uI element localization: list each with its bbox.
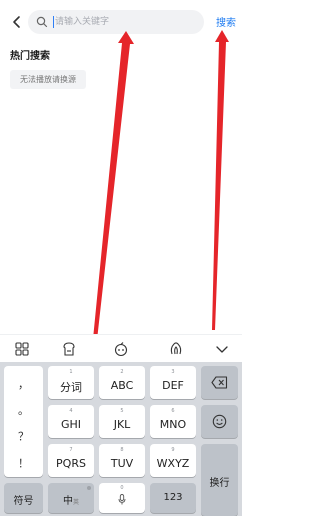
key-number: 9	[171, 447, 175, 453]
key-number: 2	[120, 369, 124, 375]
mic-icon	[118, 494, 126, 505]
voice-bot-icon[interactable]	[113, 341, 129, 357]
key-pqrs[interactable]: 7 PQRS	[48, 444, 94, 477]
search-header: 搜索	[0, 8, 242, 36]
emoji-key[interactable]	[201, 405, 238, 438]
lang-switch-key[interactable]: 中英	[48, 483, 94, 513]
backspace-key[interactable]	[201, 366, 238, 399]
punct-question[interactable]: ？	[4, 428, 43, 444]
space-number: 0	[120, 485, 124, 491]
key-def[interactable]: 3 DEF	[150, 366, 196, 399]
key-label: GHI	[60, 418, 82, 431]
key-abc[interactable]: 2 ABC	[99, 366, 145, 399]
key-fenci[interactable]: 1 分词	[48, 366, 94, 399]
search-icon	[36, 16, 48, 28]
key-ghi[interactable]: 4 GHI	[48, 405, 94, 438]
enter-label: 换行	[209, 478, 230, 489]
hot-search-tag[interactable]: 无法播放请换源	[10, 70, 86, 89]
back-icon[interactable]	[8, 10, 26, 34]
grid-icon[interactable]	[14, 341, 30, 357]
hot-search-title: 热门搜索	[10, 51, 50, 62]
key-tuv[interactable]: 8 TUV	[99, 444, 145, 477]
key-label: JKL	[113, 418, 131, 431]
lang-main: 中	[62, 496, 73, 507]
keyboard-toolbar	[0, 334, 242, 362]
key-label: TUV	[110, 457, 134, 470]
space-key[interactable]: 0	[99, 483, 145, 513]
ime-keyboard: ， 。 ？ ！ 1 分词 2 ABC 3 DEF 4 GHI 5 JKL 6 M…	[0, 362, 242, 516]
punctuation-column[interactable]: ， 。 ？ ！	[4, 366, 43, 477]
punct-exclaim[interactable]: ！	[4, 455, 43, 471]
skin-icon[interactable]	[61, 341, 77, 357]
search-input[interactable]	[55, 10, 195, 34]
emoji-icon	[212, 414, 227, 429]
key-number: 5	[120, 408, 124, 414]
key-label: WXYZ	[156, 457, 190, 470]
lang-label: 中英	[48, 492, 94, 507]
punct-comma[interactable]: ，	[4, 376, 43, 392]
lang-indicator	[87, 486, 91, 490]
arrow-to-search-input	[93, 31, 134, 340]
key-label: MNO	[159, 418, 187, 431]
key-label: PQRS	[56, 457, 86, 470]
enter-key[interactable]: 换行	[201, 444, 238, 516]
key-number: 7	[69, 447, 73, 453]
search-box[interactable]	[28, 10, 204, 34]
key-label: ABC	[110, 379, 134, 392]
backspace-icon	[211, 376, 228, 389]
text-cursor	[53, 16, 54, 28]
key-number: 4	[69, 408, 73, 414]
key-wxyz[interactable]: 9 WXYZ	[150, 444, 196, 477]
key-number: 3	[171, 369, 175, 375]
key-label: 分词	[60, 381, 82, 394]
key-number: 6	[171, 408, 175, 414]
number-key[interactable]: 123	[150, 483, 196, 513]
collapse-icon[interactable]	[214, 341, 230, 357]
key-jkl[interactable]: 5 JKL	[99, 405, 145, 438]
swipe-icon[interactable]	[168, 341, 184, 357]
arrow-to-search-button	[212, 30, 229, 330]
number-label: 123	[163, 492, 183, 503]
symbol-key[interactable]: 符号	[4, 483, 43, 513]
lang-sub: 英	[72, 499, 79, 506]
key-number: 8	[120, 447, 124, 453]
punct-period[interactable]: 。	[4, 402, 43, 418]
key-label: DEF	[162, 379, 184, 392]
key-mno[interactable]: 6 MNO	[150, 405, 196, 438]
key-number: 1	[69, 369, 73, 375]
symbol-label: 符号	[13, 496, 34, 507]
search-button[interactable]: 搜索	[216, 14, 236, 29]
